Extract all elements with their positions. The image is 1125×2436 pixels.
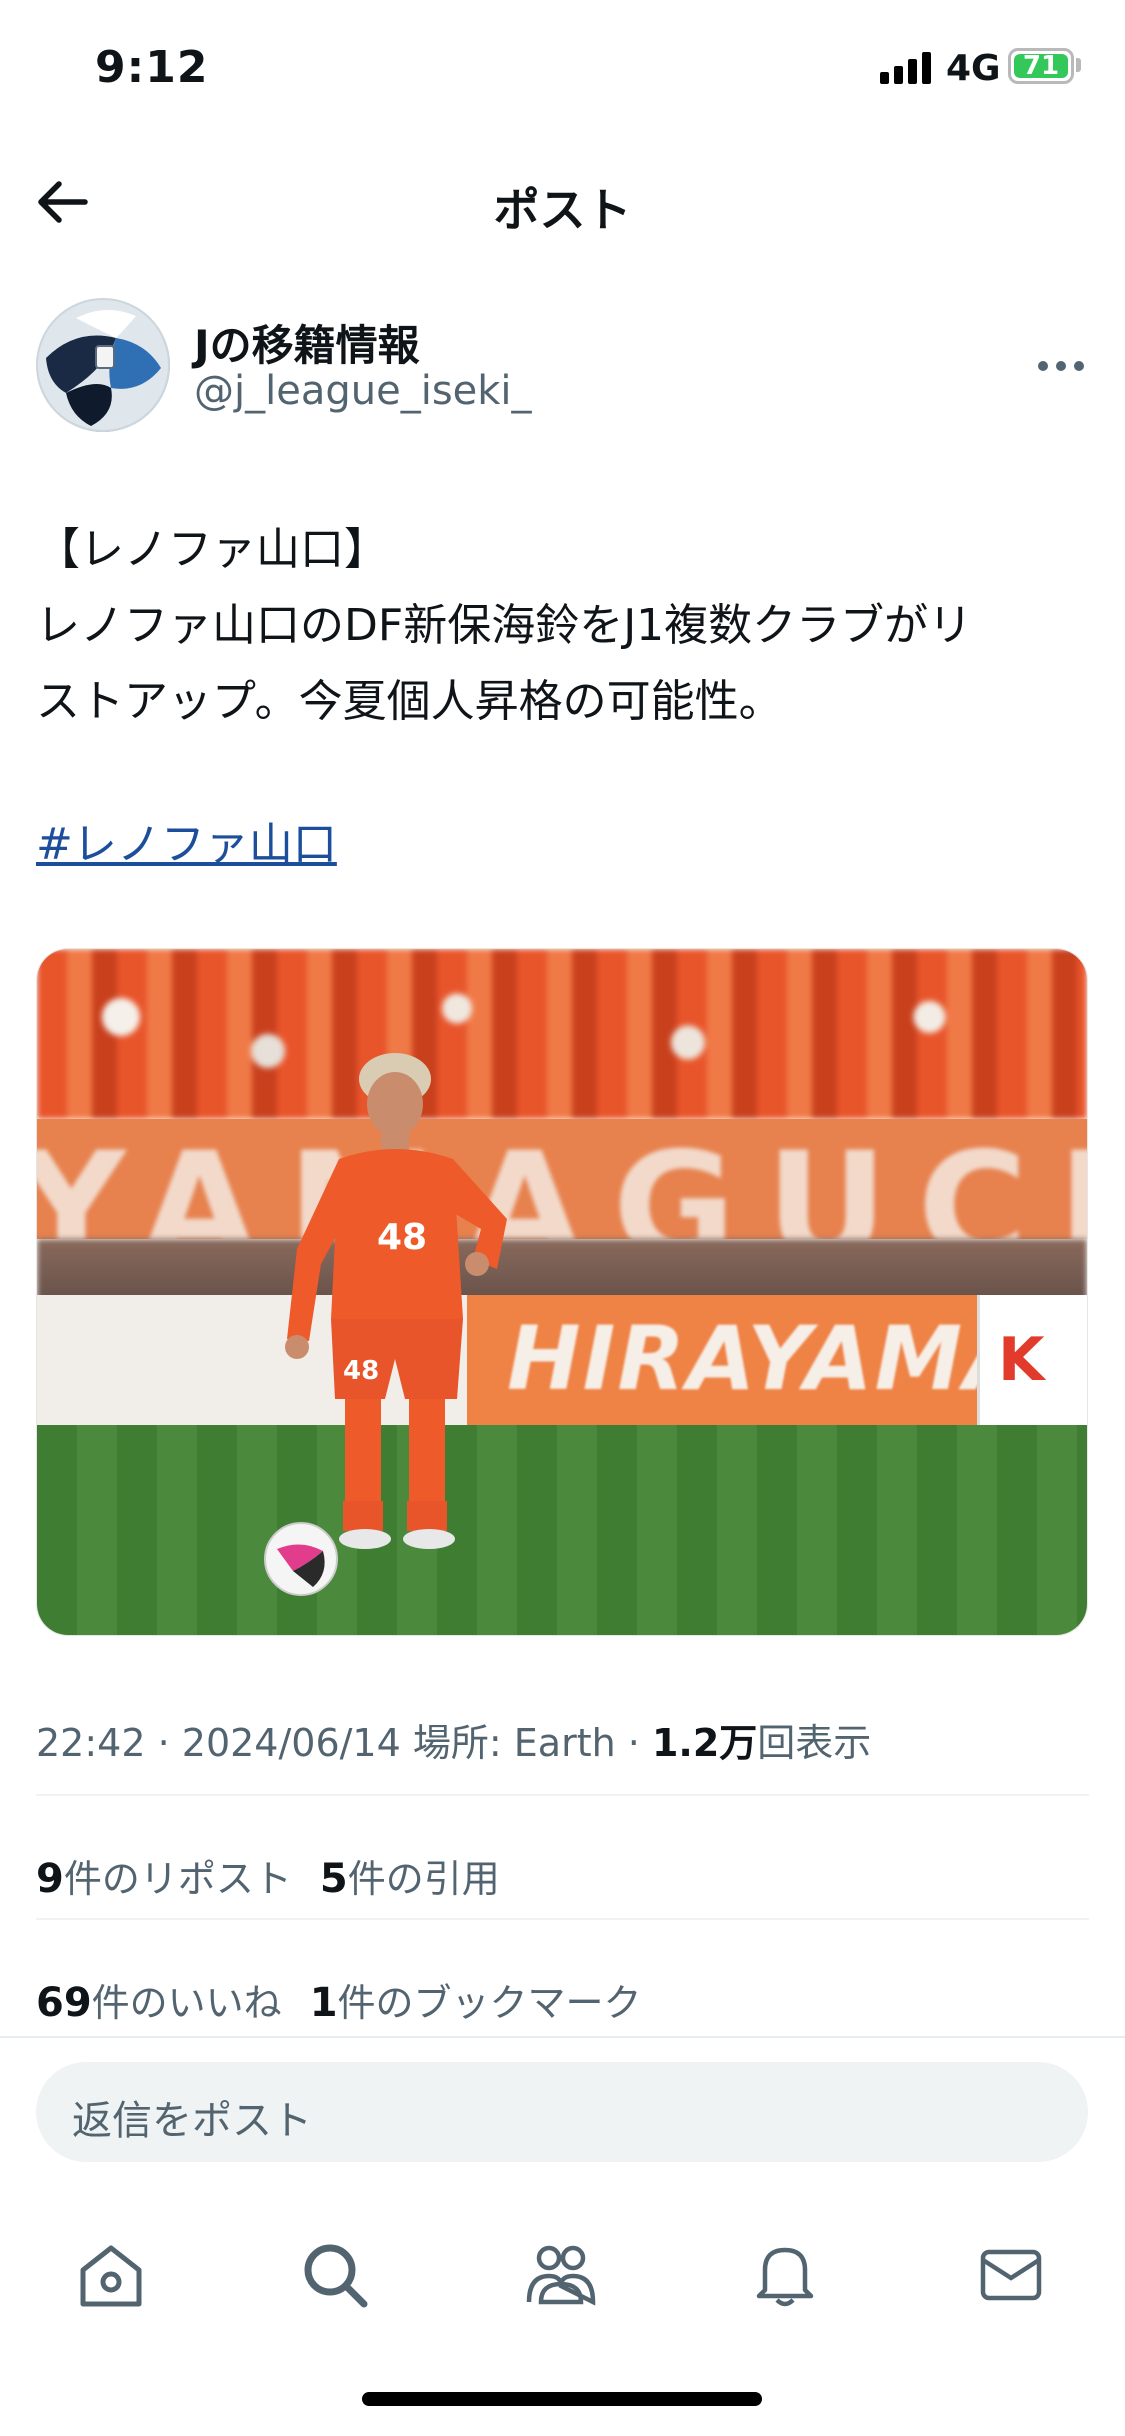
post-date: 2024/06/14: [181, 1721, 401, 1765]
jersey-number: 48: [377, 1217, 427, 1258]
battery-level: 71: [1014, 53, 1068, 79]
tab-home[interactable]: [66, 2230, 156, 2320]
likes-count: 69: [36, 1980, 92, 2026]
reposts-count: 9: [36, 1856, 64, 1902]
post-text-line: 【レノファ山口】: [36, 524, 388, 575]
reply-input[interactable]: 返信をポスト: [36, 2062, 1088, 2162]
quotes-count: 5: [319, 1856, 348, 1902]
top-navigation: ポスト: [0, 150, 1125, 250]
post-author: Jの移籍情報 @j_league_iseki_: [36, 298, 1089, 438]
avatar[interactable]: [36, 298, 170, 432]
likes-link[interactable]: 69件のいいね: [36, 1980, 282, 2026]
tab-messages[interactable]: [966, 2230, 1056, 2320]
post-text-line: ストアップ。今夏個人昇格の可能性。: [36, 676, 783, 727]
adboard-right-panel: K: [977, 1295, 1087, 1425]
bottom-tab-bar: [0, 2220, 1125, 2340]
likes-label: 件のいいね: [91, 1981, 282, 2025]
quotes-label: 件の引用: [347, 1857, 500, 1901]
banner-text: YAMAGUCHI: [37, 1121, 1087, 1239]
post-metadata: 22:42 · 2024/06/14 場所: Earth · 1.2万回表示: [36, 1712, 871, 1767]
hashtag-link[interactable]: #レノファ山口: [36, 808, 337, 872]
divider: [0, 2036, 1125, 2038]
tab-search[interactable]: [290, 2230, 380, 2320]
cellular-signal-icon: [880, 52, 931, 84]
author-handle[interactable]: @j_league_iseki_: [194, 368, 532, 414]
shorts-number: 48: [343, 1356, 379, 1386]
home-indicator[interactable]: [362, 2392, 762, 2406]
grass-pitch: [37, 1425, 1087, 1635]
post-location: 場所: Earth: [412, 1721, 616, 1765]
meta-separator: ·: [145, 1721, 182, 1765]
adboard-right-logo: K: [998, 1325, 1045, 1395]
meta-separator: ·: [615, 1721, 652, 1765]
reposts-link[interactable]: 9件のリポスト: [36, 1856, 292, 1902]
repost-quote-stats: 9件のリポスト 5件の引用: [36, 1848, 500, 1903]
advertising-board: HIRAYAMA K: [37, 1295, 1087, 1425]
quotes-link[interactable]: 5件の引用: [319, 1856, 500, 1902]
adboard-text: HIRAYAMA: [507, 1307, 1035, 1410]
communities-icon: [526, 2245, 596, 2306]
post-text-line: レノファ山口のDF新保海鈴をJ1複数クラブがリ: [36, 600, 973, 651]
post-text: 【レノファ山口】 レノファ山口のDF新保海鈴をJ1複数クラブがリ ストアップ。今…: [36, 512, 1096, 740]
bookmarks-label: 件のブックマーク: [337, 1981, 642, 2025]
like-bookmark-stats: 69件のいいね 1件のブックマーク: [36, 1972, 642, 2027]
battery-icon: 71: [1008, 48, 1074, 84]
views-count: 1.2万: [651, 1721, 758, 1765]
author-display-name[interactable]: Jの移籍情報: [194, 312, 420, 373]
stadium-crowd: [37, 949, 1087, 1119]
post-detail-screen: 9:12 4G 71 ポスト Jの移籍情報 @j_league_iseki_ 【…: [0, 0, 1125, 2436]
reply-placeholder: 返信をポスト: [72, 2098, 312, 2144]
bookmarks-count: 1: [309, 1980, 338, 2026]
network-type: 4G: [946, 48, 1001, 89]
more-horizontal-icon: [1038, 361, 1084, 371]
post-time: 22:42: [36, 1721, 146, 1765]
page-title: ポスト: [493, 183, 632, 237]
post-image[interactable]: YAMAGUCHI HIRAYAMA K 48 48: [36, 948, 1088, 1636]
status-time: 9:12: [95, 42, 209, 93]
stadium-banner: YAMAGUCHI: [37, 1119, 1087, 1239]
soccer-ball-avatar-image: [36, 298, 170, 432]
messages-icon: [980, 2249, 1042, 2301]
bookmarks-link[interactable]: 1件のブックマーク: [309, 1980, 642, 2026]
battery-cap: [1076, 58, 1081, 72]
tab-communities[interactable]: [516, 2230, 606, 2320]
search-icon: [304, 2244, 368, 2308]
more-options-button[interactable]: [1037, 332, 1085, 383]
tab-notifications[interactable]: [740, 2230, 830, 2320]
divider: [36, 1918, 1089, 1920]
divider: [36, 1794, 1089, 1796]
status-bar: 9:12 4G 71: [0, 0, 1125, 140]
soccer-ball-image: [264, 1522, 338, 1596]
views-label: 回表示: [757, 1721, 872, 1765]
notifications-icon: [756, 2247, 814, 2307]
home-icon: [80, 2245, 142, 2307]
reposts-label: 件のリポスト: [63, 1857, 292, 1901]
